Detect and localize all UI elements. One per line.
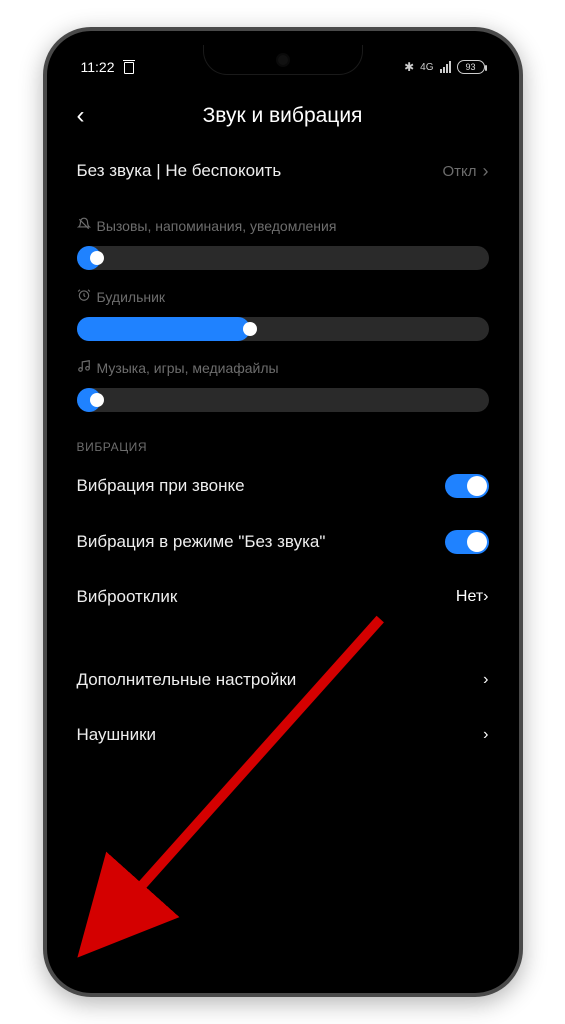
slider-ringer-label: Вызовы, напоминания, уведомления bbox=[97, 218, 337, 234]
slider-alarm-track[interactable] bbox=[77, 317, 489, 341]
row-headphones[interactable]: Наушники › bbox=[77, 708, 489, 763]
row-haptic[interactable]: Виброотклик Нет › bbox=[77, 570, 489, 625]
chevron-right-icon: › bbox=[483, 161, 489, 182]
signal-icon bbox=[440, 61, 451, 73]
slider-alarm-caption: Будильник bbox=[77, 288, 489, 305]
slider-ringer-track[interactable] bbox=[77, 246, 489, 270]
silent-dnd-label: Без звука | Не беспокоить bbox=[77, 161, 443, 181]
haptic-label: Виброотклик bbox=[77, 586, 456, 609]
slider-media-caption: Музыка, игры, медиафайлы bbox=[77, 359, 489, 376]
row-vibrate-silent[interactable]: Вибрация в режиме "Без звука" bbox=[77, 514, 489, 570]
notch bbox=[203, 45, 363, 75]
status-time: 11:22 bbox=[81, 59, 115, 75]
bell-off-icon bbox=[77, 217, 91, 234]
row-additional-settings[interactable]: Дополнительные настройки › bbox=[77, 653, 489, 708]
slider-alarm-label: Будильник bbox=[97, 289, 166, 305]
header: ‹ Звук и вибрация bbox=[77, 89, 489, 143]
phone-frame: 11:22 ✱ 4G 93 ‹ Звук и вибрация Без звук… bbox=[43, 27, 523, 997]
notification-trash-icon bbox=[123, 60, 135, 74]
slider-media-label: Музыка, игры, медиафайлы bbox=[97, 360, 279, 376]
additional-settings-label: Дополнительные настройки bbox=[77, 669, 484, 692]
alarm-icon bbox=[77, 288, 91, 305]
chevron-right-icon: › bbox=[483, 726, 488, 744]
battery-pct: 93 bbox=[465, 62, 475, 72]
vibrate-silent-toggle[interactable] bbox=[445, 530, 489, 554]
slider-ringer-caption: Вызовы, напоминания, уведомления bbox=[77, 217, 489, 234]
slider-ringer-thumb[interactable] bbox=[90, 251, 104, 265]
vibrate-silent-label: Вибрация в режиме "Без звука" bbox=[77, 531, 445, 554]
vibrate-on-call-label: Вибрация при звонке bbox=[77, 475, 445, 498]
row-silent-dnd[interactable]: Без звука | Не беспокоить Откл › bbox=[77, 143, 489, 199]
headphones-label: Наушники bbox=[77, 724, 484, 747]
silent-dnd-value: Откл bbox=[442, 163, 476, 180]
chevron-right-icon: › bbox=[483, 671, 488, 689]
screen: 11:22 ✱ 4G 93 ‹ Звук и вибрация Без звук… bbox=[61, 45, 505, 979]
battery-icon: 93 bbox=[457, 60, 485, 74]
row-vibrate-on-call[interactable]: Вибрация при звонке bbox=[77, 458, 489, 514]
slider-alarm-fill bbox=[77, 317, 250, 341]
slider-ringer: Вызовы, напоминания, уведомления bbox=[77, 217, 489, 270]
network-type: 4G bbox=[420, 62, 433, 73]
bluetooth-icon: ✱ bbox=[404, 60, 414, 74]
slider-alarm-thumb[interactable] bbox=[243, 322, 257, 336]
chevron-right-icon: › bbox=[483, 588, 488, 606]
page-title: Звук и вибрация bbox=[77, 104, 489, 128]
section-vibration: ВИБРАЦИЯ bbox=[77, 440, 489, 454]
slider-media-thumb[interactable] bbox=[90, 393, 104, 407]
music-icon bbox=[77, 359, 91, 376]
slider-media: Музыка, игры, медиафайлы bbox=[77, 359, 489, 412]
slider-alarm: Будильник bbox=[77, 288, 489, 341]
spacer bbox=[77, 625, 489, 653]
slider-media-track[interactable] bbox=[77, 388, 489, 412]
haptic-value: Нет bbox=[456, 588, 483, 606]
vibrate-on-call-toggle[interactable] bbox=[445, 474, 489, 498]
